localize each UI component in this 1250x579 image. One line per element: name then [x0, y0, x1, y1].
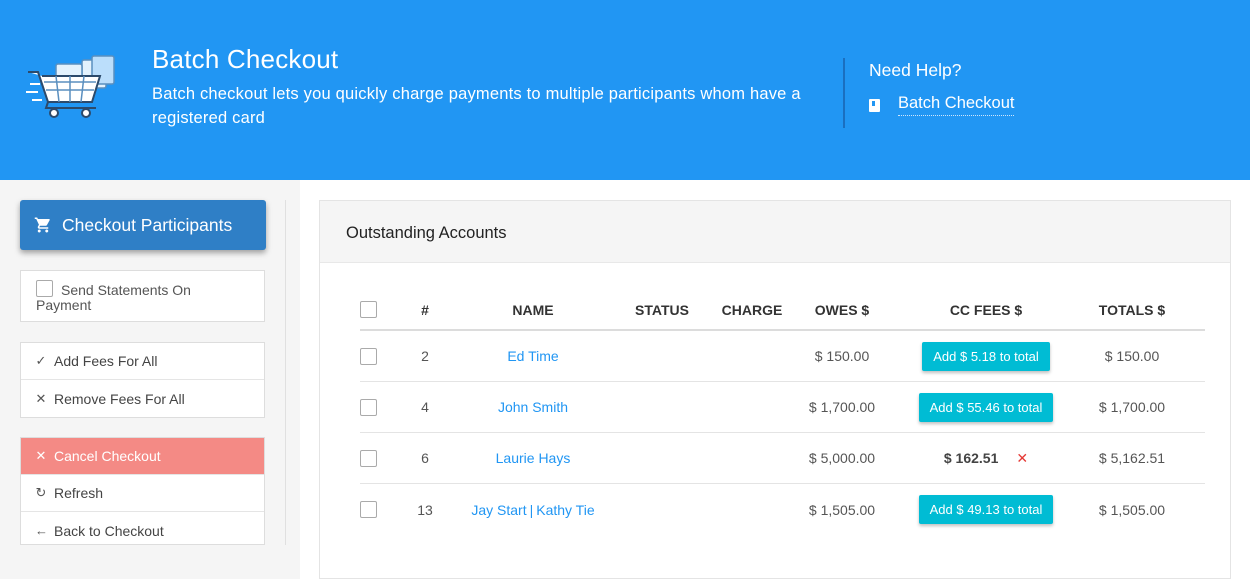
cancel-checkout-label: Cancel Checkout	[54, 448, 161, 464]
help-link-label: Batch Checkout	[898, 94, 1015, 116]
checkout-participants-button[interactable]: Checkout Participants	[20, 200, 266, 250]
row-charge	[712, 382, 792, 432]
row-number: 2	[421, 348, 429, 364]
refresh-label: Refresh	[54, 485, 104, 501]
table-row: 6 Laurie Hays $ 5,000.00 $ 162.51 ✕ $ 5,…	[360, 433, 1205, 484]
outstanding-accounts-panel: Outstanding Accounts # NAME STATUS CHARG…	[319, 200, 1231, 579]
row-status	[622, 433, 702, 483]
participant-link[interactable]: Kathy Tie	[536, 502, 594, 518]
send-statements-checkbox[interactable]	[36, 280, 53, 297]
participant-link[interactable]: Jay Start	[471, 502, 526, 518]
panel-title: Outstanding Accounts	[320, 201, 1230, 263]
row-owes: $ 150.00	[814, 348, 870, 364]
close-icon: ✕	[35, 390, 47, 406]
fee-amount: $ 162.51	[943, 450, 999, 466]
arrow-left-icon: ←	[35, 523, 48, 538]
row-total: $ 1,505.00	[1098, 501, 1166, 518]
send-statements-label-line1: Send Statements On	[61, 282, 191, 298]
send-statements-label-line2: Payment	[36, 297, 92, 313]
send-statements-option: Send Statements On Payment	[20, 270, 265, 322]
select-all-checkbox[interactable]	[360, 301, 377, 318]
refresh-icon: ↻	[35, 485, 47, 500]
table-row: 4 John Smith $ 1,700.00 Add $ 55.46 to t…	[360, 382, 1205, 433]
row-number: 6	[421, 450, 429, 466]
add-fee-button[interactable]: Add $ 49.13 to total	[918, 495, 1054, 524]
column-header: TOTALS $	[1098, 301, 1166, 318]
shopping-cart-documents-icon	[26, 55, 115, 118]
help-title: Need Help?	[869, 60, 962, 80]
row-charge	[712, 331, 792, 381]
participant-link[interactable]: Laurie Hays	[496, 450, 571, 466]
table-header: # NAME STATUS CHARGE OWES $ CC FEES $ TO…	[360, 290, 1205, 331]
checkout-participants-label: Checkout Participants	[62, 214, 233, 235]
remove-fees-label: Remove Fees For All	[54, 390, 185, 407]
column-header: CHARGE	[721, 301, 783, 318]
header-divider	[843, 58, 845, 128]
back-to-checkout-label: Back to Checkout	[54, 522, 164, 539]
row-status	[622, 484, 702, 535]
column-header: STATUS	[635, 301, 689, 318]
column-header: NAME	[512, 301, 554, 318]
participant-link[interactable]: Ed Time	[507, 348, 558, 364]
fee-actions-list: ✓ Add Fees For All ✕ Remove Fees For All	[20, 342, 265, 418]
remove-fees-for-all-button[interactable]: ✕ Remove Fees For All	[21, 380, 264, 417]
accounts-table: # NAME STATUS CHARGE OWES $ CC FEES $ TO…	[360, 290, 1205, 535]
row-owes: $ 1,505.00	[808, 501, 876, 518]
row-owes: $ 5,000.00	[808, 450, 876, 466]
page-description: Batch checkout lets you quickly charge p…	[152, 85, 801, 127]
row-checkbox[interactable]	[360, 398, 377, 416]
column-header: CC FEES $	[949, 301, 1023, 318]
participant-link[interactable]: John Smith	[498, 399, 568, 415]
cancel-checkout-button[interactable]: ✕ Cancel Checkout	[21, 438, 264, 475]
row-status	[622, 331, 702, 381]
book-icon	[869, 98, 880, 112]
check-icon: ✓	[35, 353, 47, 368]
name-separator: |	[529, 501, 534, 518]
column-header: OWES $	[814, 301, 870, 318]
column-header: #	[421, 301, 429, 318]
table-row: 13 Jay Start | Kathy Tie $ 1,505.00 Add …	[360, 484, 1205, 535]
row-checkbox[interactable]	[360, 501, 377, 518]
row-charge	[712, 484, 792, 535]
close-icon: ✕	[35, 448, 47, 463]
row-total: $ 1,700.00	[1098, 399, 1166, 415]
row-total: $ 150.00	[1104, 348, 1160, 364]
refresh-button[interactable]: ↻ Refresh	[21, 475, 264, 512]
row-number: 13	[417, 501, 433, 518]
row-checkbox[interactable]	[360, 449, 377, 467]
row-number: 4	[421, 399, 429, 415]
cart-icon	[34, 217, 50, 233]
add-fees-for-all-button[interactable]: ✓ Add Fees For All	[21, 343, 264, 380]
add-fee-button[interactable]: Add $ 5.18 to total	[922, 341, 1050, 371]
page-title: Batch Checkout	[152, 44, 339, 74]
help-link[interactable]: Batch Checkout	[869, 94, 1015, 116]
nav-actions-list: ✕ Cancel Checkout ↻ Refresh ← Back to Ch…	[20, 437, 265, 545]
add-fee-button[interactable]: Add $ 55.46 to total	[918, 392, 1054, 422]
row-owes: $ 1,700.00	[808, 399, 876, 415]
row-checkbox[interactable]	[360, 347, 377, 365]
row-status	[622, 382, 702, 432]
sidebar-scroll-rail	[285, 200, 286, 545]
back-to-checkout-button[interactable]: ← Back to Checkout	[21, 512, 264, 544]
page-header: Batch Checkout Batch checkout lets you q…	[0, 0, 1250, 180]
table-row: 2 Ed Time $ 150.00 Add $ 5.18 to total $…	[360, 331, 1205, 382]
row-total: $ 5,162.51	[1098, 450, 1166, 466]
remove-fee-icon[interactable]: ✕	[1016, 450, 1028, 467]
add-fees-label: Add Fees For All	[54, 353, 158, 369]
row-charge	[712, 433, 792, 483]
